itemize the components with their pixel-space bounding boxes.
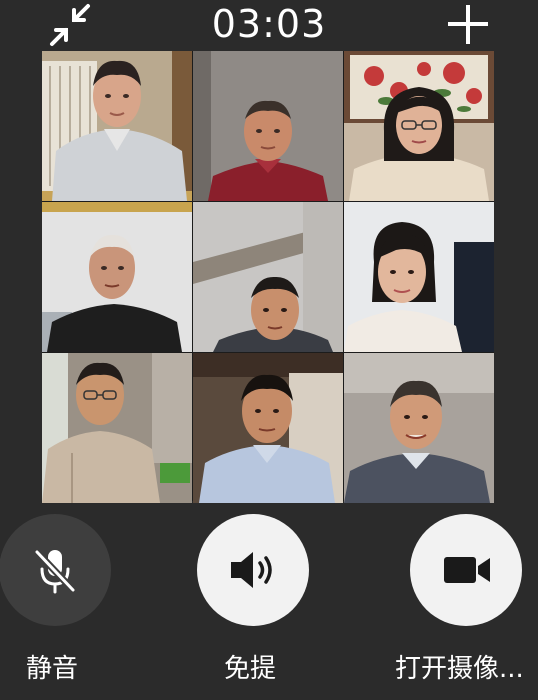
- participant-video-tile[interactable]: [344, 353, 494, 503]
- camera-label: 打开摄像...: [395, 654, 524, 684]
- call-controls: 静音 免提 打开摄像...: [0, 514, 538, 700]
- call-top-bar: 03:03: [0, 0, 538, 52]
- speaker-button[interactable]: [197, 514, 309, 626]
- participant-video-tile[interactable]: [344, 202, 494, 352]
- participant-video-tile[interactable]: [193, 353, 343, 503]
- participant-video-tile[interactable]: [42, 202, 192, 352]
- speaker-label: 免提: [224, 654, 277, 684]
- camera-button[interactable]: [410, 514, 522, 626]
- plus-icon[interactable]: [442, 2, 494, 48]
- mute-button[interactable]: [0, 514, 111, 626]
- mute-label: 静音: [26, 654, 79, 684]
- participant-video-tile[interactable]: [42, 51, 192, 201]
- video-camera-icon: [444, 557, 490, 583]
- participant-video-tile[interactable]: [344, 51, 494, 201]
- speaker-icon: [231, 552, 272, 588]
- participant-video-tile[interactable]: [42, 353, 192, 503]
- video-grid: [42, 51, 494, 503]
- participant-video-tile[interactable]: [193, 202, 343, 352]
- participant-video-tile[interactable]: [193, 51, 343, 201]
- microphone-off-icon: [33, 548, 77, 594]
